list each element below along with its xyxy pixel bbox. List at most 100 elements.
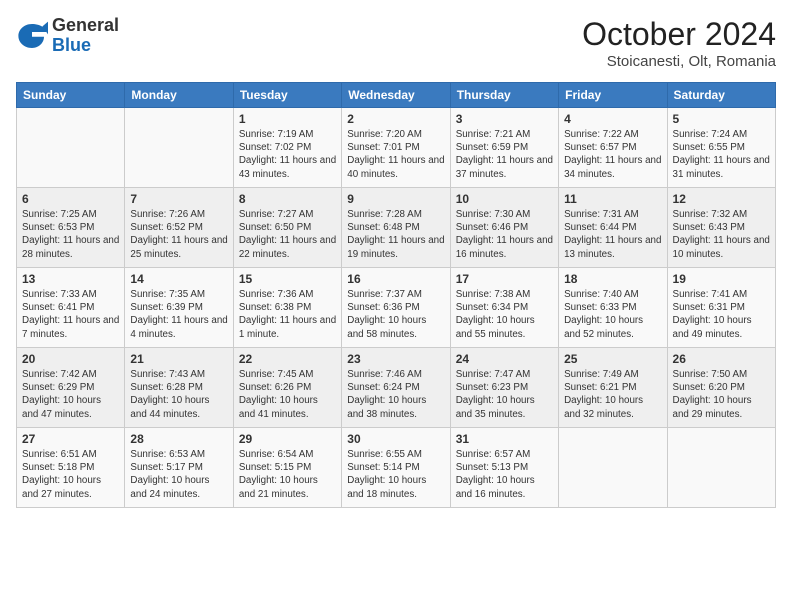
day-number: 9: [347, 192, 444, 206]
day-info: Sunrise: 7:31 AM Sunset: 6:44 PM Dayligh…: [564, 208, 661, 261]
calendar-cell: 18Sunrise: 7:40 AM Sunset: 6:33 PM Dayli…: [559, 268, 667, 348]
day-number: 4: [564, 112, 661, 126]
day-info: Sunrise: 6:57 AM Sunset: 5:13 PM Dayligh…: [456, 448, 553, 501]
day-info: Sunrise: 6:51 AM Sunset: 5:18 PM Dayligh…: [22, 448, 119, 501]
day-info: Sunrise: 7:38 AM Sunset: 6:34 PM Dayligh…: [456, 288, 553, 341]
calendar-cell: 4 Sunrise: 7:22 AM Sunset: 6:57 PM Daylig…: [559, 108, 667, 188]
calendar-cell: 29 Sunrise: 6:54 AM Sunset: 5:15 PM Dayli…: [233, 428, 341, 508]
calendar-cell: [559, 428, 667, 508]
day-info: Sunrise: 7:42 AM Sunset: 6:29 PM Dayligh…: [22, 368, 119, 421]
day-number: 1: [239, 112, 336, 126]
calendar-cell: 3Sunrise: 7:21 AM Sunset: 6:59 PM Daylig…: [450, 108, 558, 188]
calendar-cell: 17Sunrise: 7:38 AM Sunset: 6:34 PM Dayli…: [450, 268, 558, 348]
day-number: 6: [22, 192, 119, 206]
day-info: Sunrise: 7:43 AM Sunset: 6:28 PM Dayligh…: [130, 368, 227, 421]
day-number: 13: [22, 272, 119, 286]
day-info: Sunrise: 6:54 AM Sunset: 5:15 PM Dayligh…: [239, 448, 336, 501]
calendar-header: SundayMondayTuesdayWednesdayThursdayFrid…: [17, 83, 776, 108]
day-info: Sunrise: 7:30 AM Sunset: 6:46 PM Dayligh…: [456, 208, 553, 261]
calendar-cell: 31 Sunrise: 6:57 AM Sunset: 5:13 PM Dayli…: [450, 428, 558, 508]
day-number: 5: [673, 112, 770, 126]
day-info: Sunrise: 7:36 AM Sunset: 6:38 PM Dayligh…: [239, 288, 336, 341]
day-info: Sunrise: 7:19 AM Sunset: 7:02 PM Dayligh…: [239, 128, 336, 181]
day-info: Sunrise: 7:24 AM Sunset: 6:55 PM Dayligh…: [673, 128, 770, 181]
calendar-cell: 8Sunrise: 7:27 AM Sunset: 6:50 PM Daylig…: [233, 188, 341, 268]
day-number: 30: [347, 432, 444, 446]
day-number: 18: [564, 272, 661, 286]
day-info: Sunrise: 7:22 AM Sunset: 6:57 PM Dayligh…: [564, 128, 661, 181]
calendar-cell: 1 Sunrise: 7:19 AM Sunset: 7:02 PM Daylig…: [233, 108, 341, 188]
header-sunday: Sunday: [17, 83, 125, 108]
week-row-4: 27 Sunrise: 6:51 AM Sunset: 5:18 PM Dayli…: [17, 428, 776, 508]
day-info: Sunrise: 7:26 AM Sunset: 6:52 PM Dayligh…: [130, 208, 227, 261]
calendar-cell: 22 Sunrise: 7:45 AM Sunset: 6:26 PM Dayli…: [233, 348, 341, 428]
calendar-cell: 27 Sunrise: 6:51 AM Sunset: 5:18 PM Dayli…: [17, 428, 125, 508]
calendar-cell: 25 Sunrise: 7:49 AM Sunset: 6:21 PM Dayli…: [559, 348, 667, 428]
day-info: Sunrise: 6:53 AM Sunset: 5:17 PM Dayligh…: [130, 448, 227, 501]
day-number: 29: [239, 432, 336, 446]
calendar-cell: 15 Sunrise: 7:36 AM Sunset: 6:38 PM Dayli…: [233, 268, 341, 348]
day-number: 25: [564, 352, 661, 366]
week-row-2: 13 Sunrise: 7:33 AM Sunset: 6:41 PM Dayli…: [17, 268, 776, 348]
header-row: SundayMondayTuesdayWednesdayThursdayFrid…: [17, 83, 776, 108]
day-number: 31: [456, 432, 553, 446]
calendar-cell: 12 Sunrise: 7:32 AM Sunset: 6:43 PM Dayli…: [667, 188, 775, 268]
calendar-cell: [667, 428, 775, 508]
day-number: 20: [22, 352, 119, 366]
day-number: 24: [456, 352, 553, 366]
calendar-cell: 23Sunrise: 7:46 AM Sunset: 6:24 PM Dayli…: [342, 348, 450, 428]
day-number: 8: [239, 192, 336, 206]
calendar-cell: 14 Sunrise: 7:35 AM Sunset: 6:39 PM Dayli…: [125, 268, 233, 348]
logo-general-text: General: [52, 15, 119, 35]
week-row-1: 6 Sunrise: 7:25 AM Sunset: 6:53 PM Daylig…: [17, 188, 776, 268]
logo: General Blue: [16, 16, 119, 56]
day-number: 28: [130, 432, 227, 446]
calendar-body: 1 Sunrise: 7:19 AM Sunset: 7:02 PM Daylig…: [17, 108, 776, 508]
calendar-cell: 20 Sunrise: 7:42 AM Sunset: 6:29 PM Dayli…: [17, 348, 125, 428]
logo-blue-text: Blue: [52, 35, 91, 55]
day-number: 2: [347, 112, 444, 126]
day-info: Sunrise: 7:28 AM Sunset: 6:48 PM Dayligh…: [347, 208, 444, 261]
location: Stoicanesti, Olt, Romania: [582, 53, 776, 70]
day-number: 19: [673, 272, 770, 286]
calendar-cell: [125, 108, 233, 188]
calendar-cell: 9 Sunrise: 7:28 AM Sunset: 6:48 PM Daylig…: [342, 188, 450, 268]
header-wednesday: Wednesday: [342, 83, 450, 108]
title-block: October 2024 Stoicanesti, Olt, Romania: [582, 16, 776, 70]
calendar-cell: 21Sunrise: 7:43 AM Sunset: 6:28 PM Dayli…: [125, 348, 233, 428]
month-title: October 2024: [582, 16, 776, 53]
day-info: Sunrise: 7:49 AM Sunset: 6:21 PM Dayligh…: [564, 368, 661, 421]
calendar-cell: 2 Sunrise: 7:20 AM Sunset: 7:01 PM Daylig…: [342, 108, 450, 188]
day-info: Sunrise: 7:35 AM Sunset: 6:39 PM Dayligh…: [130, 288, 227, 341]
calendar-cell: 16Sunrise: 7:37 AM Sunset: 6:36 PM Dayli…: [342, 268, 450, 348]
day-info: Sunrise: 7:37 AM Sunset: 6:36 PM Dayligh…: [347, 288, 444, 341]
calendar-cell: 10 Sunrise: 7:30 AM Sunset: 6:46 PM Dayli…: [450, 188, 558, 268]
header-saturday: Saturday: [667, 83, 775, 108]
calendar-cell: 28 Sunrise: 6:53 AM Sunset: 5:17 PM Dayli…: [125, 428, 233, 508]
day-info: Sunrise: 7:33 AM Sunset: 6:41 PM Dayligh…: [22, 288, 119, 341]
day-number: 22: [239, 352, 336, 366]
week-row-0: 1 Sunrise: 7:19 AM Sunset: 7:02 PM Daylig…: [17, 108, 776, 188]
calendar-cell: 6 Sunrise: 7:25 AM Sunset: 6:53 PM Daylig…: [17, 188, 125, 268]
calendar-cell: 19Sunrise: 7:41 AM Sunset: 6:31 PM Dayli…: [667, 268, 775, 348]
day-number: 11: [564, 192, 661, 206]
day-info: Sunrise: 7:45 AM Sunset: 6:26 PM Dayligh…: [239, 368, 336, 421]
day-number: 23: [347, 352, 444, 366]
header-friday: Friday: [559, 83, 667, 108]
day-number: 12: [673, 192, 770, 206]
day-number: 10: [456, 192, 553, 206]
day-number: 7: [130, 192, 227, 206]
day-info: Sunrise: 7:20 AM Sunset: 7:01 PM Dayligh…: [347, 128, 444, 181]
day-number: 27: [22, 432, 119, 446]
day-number: 14: [130, 272, 227, 286]
logo-icon: [16, 20, 48, 52]
calendar-cell: 24Sunrise: 7:47 AM Sunset: 6:23 PM Dayli…: [450, 348, 558, 428]
day-info: Sunrise: 7:25 AM Sunset: 6:53 PM Dayligh…: [22, 208, 119, 261]
day-info: Sunrise: 7:50 AM Sunset: 6:20 PM Dayligh…: [673, 368, 770, 421]
day-info: Sunrise: 7:32 AM Sunset: 6:43 PM Dayligh…: [673, 208, 770, 261]
header-thursday: Thursday: [450, 83, 558, 108]
day-number: 3: [456, 112, 553, 126]
day-number: 15: [239, 272, 336, 286]
header-tuesday: Tuesday: [233, 83, 341, 108]
calendar-cell: [17, 108, 125, 188]
